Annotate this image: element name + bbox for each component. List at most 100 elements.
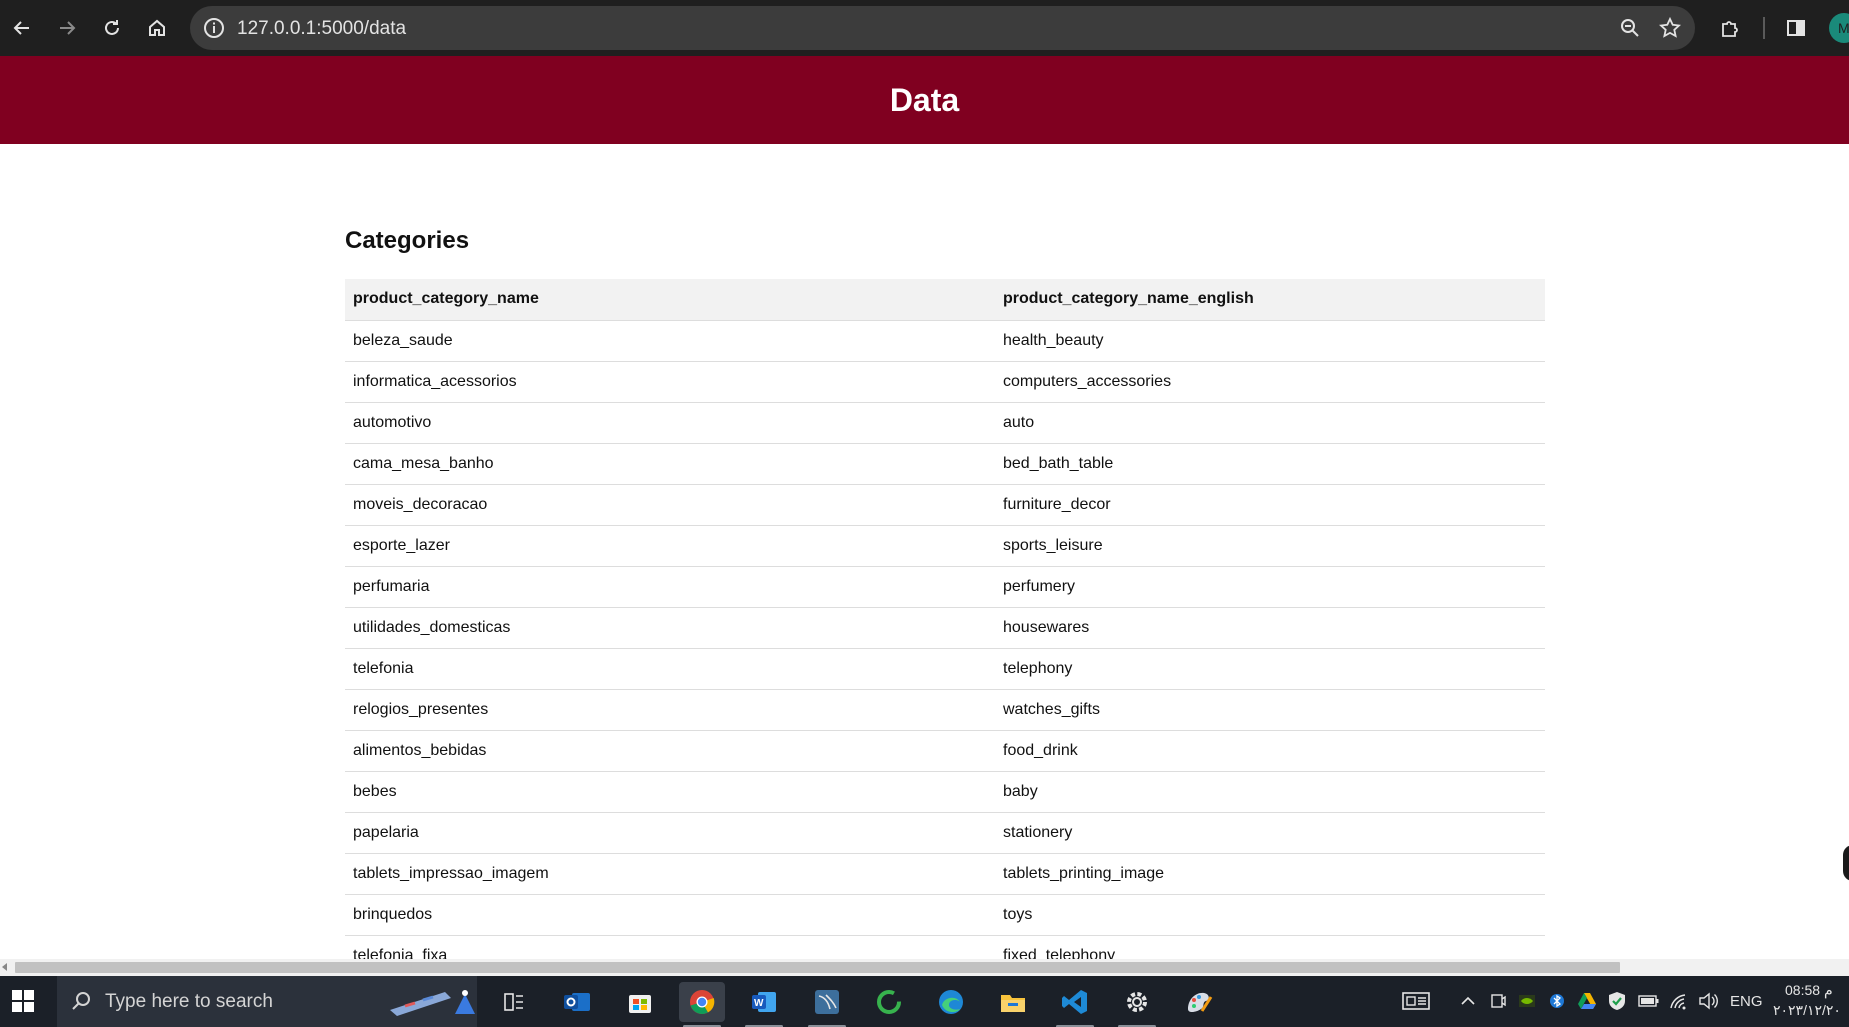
scroll-left-arrow-icon[interactable] bbox=[2, 963, 7, 971]
bookmark-button[interactable] bbox=[1654, 12, 1686, 44]
horizontal-scrollbar[interactable] bbox=[0, 959, 1849, 976]
search-placeholder[interactable]: Type here to search bbox=[105, 991, 273, 1013]
table-row: brinquedos toys bbox=[345, 894, 1545, 936]
reload-button[interactable] bbox=[92, 8, 132, 48]
paint-icon bbox=[1188, 992, 1213, 1013]
taskbar-settings[interactable] bbox=[1114, 982, 1160, 1027]
taskbar-word[interactable]: W bbox=[741, 982, 787, 1027]
table-row: telefonia_fixa fixed_telephony bbox=[345, 935, 1545, 959]
search-icon bbox=[72, 992, 90, 1010]
table-cell: housewares bbox=[995, 607, 1545, 649]
news-widget-icon[interactable] bbox=[1402, 990, 1430, 1012]
home-button[interactable] bbox=[137, 8, 177, 48]
toolbar-separator bbox=[1763, 17, 1765, 39]
back-button[interactable] bbox=[2, 8, 42, 48]
word-icon: W bbox=[752, 992, 776, 1012]
forward-button[interactable] bbox=[47, 8, 87, 48]
table-cell: bed_bath_table bbox=[995, 443, 1545, 485]
scrollbar-thumb[interactable] bbox=[15, 962, 1620, 973]
table-cell: auto bbox=[995, 402, 1545, 444]
table-cell: alimentos_bebidas bbox=[345, 730, 995, 772]
nvidia-icon[interactable] bbox=[1516, 990, 1538, 1012]
taskbar-mysql-workbench[interactable] bbox=[804, 982, 850, 1027]
table-header-row: product_category_name product_category_n… bbox=[345, 279, 1545, 321]
google-drive-icon[interactable] bbox=[1576, 990, 1598, 1012]
volume-icon[interactable] bbox=[1698, 990, 1720, 1012]
url-text[interactable]: 127.0.0.1:5000/data bbox=[237, 18, 406, 40]
zoom-button[interactable] bbox=[1614, 12, 1646, 44]
categories-table: product_category_name product_category_n… bbox=[345, 279, 1545, 959]
taskbar-search-box[interactable]: Type here to search bbox=[57, 976, 477, 1027]
table-cell: stationery bbox=[995, 812, 1545, 854]
start-button[interactable] bbox=[10, 988, 38, 1016]
page-title: Data bbox=[889, 81, 960, 118]
zoom-icon bbox=[1621, 19, 1639, 37]
home-icon bbox=[149, 19, 165, 36]
battery-icon[interactable] bbox=[1638, 990, 1660, 1012]
table-cell: perfumery bbox=[995, 566, 1545, 608]
page-header: Data bbox=[0, 56, 1849, 144]
table-row: alimentos_bebidas food_drink bbox=[345, 730, 1545, 772]
taskbar-green-app[interactable] bbox=[866, 982, 912, 1022]
side-panel-button[interactable] bbox=[1776, 8, 1816, 48]
table-cell: papelaria bbox=[345, 812, 995, 854]
task-view-icon bbox=[504, 993, 523, 1011]
clock-date[interactable]: ٢٠٢٣/١٢/٢٠ bbox=[1773, 1002, 1841, 1019]
folder-icon bbox=[1001, 995, 1025, 1012]
show-hidden-icons-chevron-icon[interactable] bbox=[1457, 990, 1479, 1012]
taskbar-chrome[interactable] bbox=[679, 982, 725, 1027]
table-cell: automotivo bbox=[345, 402, 995, 444]
column-header: product_category_name bbox=[345, 279, 995, 321]
table-cell: furniture_decor bbox=[995, 484, 1545, 526]
table-cell: relogios_presentes bbox=[345, 689, 995, 731]
taskbar-vscode[interactable] bbox=[1052, 982, 1098, 1027]
floating-edge-button[interactable] bbox=[1843, 845, 1849, 881]
vscode-icon bbox=[1062, 990, 1087, 1014]
table-row: automotivo auto bbox=[345, 402, 1545, 444]
table-row: telefonia telephony bbox=[345, 648, 1545, 690]
table-cell: health_beauty bbox=[995, 320, 1545, 362]
table-cell: moveis_decoracao bbox=[345, 484, 995, 526]
table-cell: esporte_lazer bbox=[345, 525, 995, 567]
table-cell: telefonia bbox=[345, 648, 995, 690]
puzzle-icon bbox=[1722, 21, 1738, 37]
svg-text:W: W bbox=[754, 998, 764, 1009]
taskbar-outlook[interactable] bbox=[554, 982, 600, 1022]
bluetooth-icon[interactable] bbox=[1546, 990, 1568, 1012]
extensions-button[interactable] bbox=[1710, 8, 1750, 48]
table-cell: cama_mesa_banho bbox=[345, 443, 995, 485]
profile-avatar[interactable]: M bbox=[1829, 13, 1849, 43]
table-cell: bebes bbox=[345, 771, 995, 813]
browser-toolbar: 127.0.0.1:5000/data M bbox=[0, 0, 1849, 56]
taskbar-edge[interactable] bbox=[928, 982, 974, 1022]
table-row: perfumaria perfumery bbox=[345, 566, 1545, 608]
clock-time[interactable]: 08:58 م bbox=[1785, 982, 1833, 999]
address-bar[interactable]: 127.0.0.1:5000/data bbox=[190, 6, 1695, 50]
table-cell: tablets_impressao_imagem bbox=[345, 853, 995, 895]
meet-now-icon[interactable] bbox=[1487, 990, 1509, 1012]
input-language[interactable]: ENG bbox=[1730, 993, 1763, 1010]
table-row: utilidades_domesticas housewares bbox=[345, 607, 1545, 649]
column-header: product_category_name_english bbox=[995, 279, 1545, 321]
taskbar-paint[interactable] bbox=[1176, 982, 1222, 1022]
table-row: moveis_decoracao furniture_decor bbox=[345, 484, 1545, 526]
site-info-icon[interactable] bbox=[202, 16, 226, 40]
windows-logo-icon bbox=[12, 990, 34, 1012]
windows-taskbar: Type here to search W ENG 08:58 م ٢٠٢٣/١… bbox=[0, 976, 1849, 1027]
taskbar-store[interactable] bbox=[617, 982, 663, 1022]
wifi-icon[interactable] bbox=[1668, 990, 1690, 1012]
table-row: cama_mesa_banho bed_bath_table bbox=[345, 443, 1545, 485]
reload-icon bbox=[105, 20, 119, 35]
green-ring-icon bbox=[877, 990, 901, 1014]
section-title: Categories bbox=[345, 227, 470, 254]
taskbar-file-explorer[interactable] bbox=[990, 982, 1036, 1022]
table-cell: food_drink bbox=[995, 730, 1545, 772]
table-cell: telephony bbox=[995, 648, 1545, 690]
taskbar-task-view[interactable] bbox=[491, 982, 537, 1022]
table-cell: brinquedos bbox=[345, 894, 995, 936]
security-shield-icon[interactable] bbox=[1606, 990, 1628, 1012]
table-cell: sports_leisure bbox=[995, 525, 1545, 567]
side-panel-icon bbox=[1787, 20, 1805, 36]
table-cell: toys bbox=[995, 894, 1545, 936]
table-cell: informatica_acessorios bbox=[345, 361, 995, 403]
